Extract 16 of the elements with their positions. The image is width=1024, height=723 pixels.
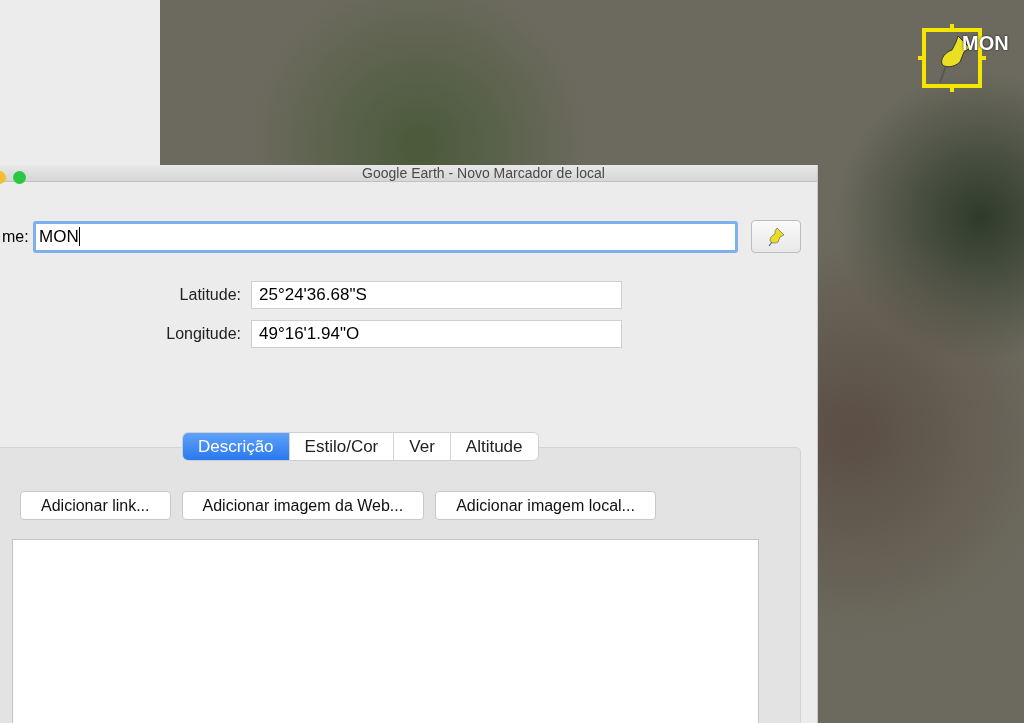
window-title: Google Earth - Novo Marcador de local [362, 165, 605, 181]
name-value: MON [39, 226, 79, 247]
add-button[interactable]: Adicionar imagem da Web... [181, 491, 425, 520]
coordinate-field[interactable]: 49°16'1.94"O [251, 320, 622, 348]
pushpin-icon [767, 226, 785, 247]
coordinate-label: Longitude: [165, 325, 241, 343]
text-cursor [78, 227, 80, 246]
placemark-icon-button[interactable] [751, 220, 801, 253]
description-text-area[interactable] [12, 539, 759, 723]
add-button[interactable]: Adicionar link... [20, 491, 171, 520]
coordinate-label: Latitude: [178, 286, 241, 304]
add-button[interactable]: Adicionar imagem local... [435, 491, 656, 520]
zoom-button[interactable] [13, 171, 26, 184]
name-label: me: [2, 227, 30, 246]
name-field[interactable]: MON [33, 220, 738, 253]
coordinate-field[interactable]: 25°24'36.68"S [251, 281, 622, 309]
